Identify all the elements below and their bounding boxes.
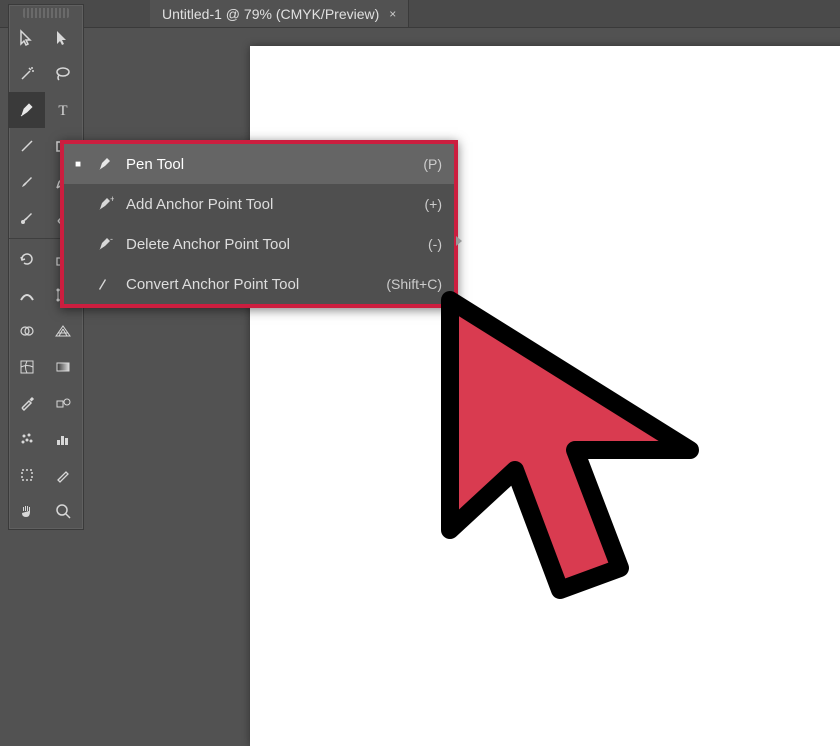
flyout-shortcut: (-)	[428, 236, 442, 252]
selection-tool[interactable]	[9, 20, 45, 56]
gradient-tool[interactable]	[45, 349, 81, 385]
svg-text:T: T	[58, 103, 67, 119]
flyout-add-anchor-tool[interactable]: + Add Anchor Point Tool (+)	[64, 184, 454, 224]
line-segment-tool[interactable]	[9, 128, 45, 164]
direct-selection-tool[interactable]	[45, 20, 81, 56]
svg-text:+: +	[110, 195, 114, 204]
symbol-sprayer-tool[interactable]	[9, 421, 45, 457]
pen-tool[interactable]	[9, 92, 45, 128]
perspective-grid-tool[interactable]	[45, 313, 81, 349]
eyedropper-tool[interactable]	[9, 385, 45, 421]
flyout-pen-tool[interactable]: ■ Pen Tool (P)	[64, 144, 454, 184]
pen-plus-icon: +	[94, 195, 116, 213]
flyout-label: Convert Anchor Point Tool	[126, 276, 376, 293]
rotate-tool[interactable]	[9, 241, 45, 277]
shape-builder-tool[interactable]	[9, 313, 45, 349]
flyout-label: Pen Tool	[126, 156, 413, 173]
convert-anchor-icon	[94, 275, 116, 293]
lasso-tool[interactable]	[45, 56, 81, 92]
pen-minus-icon: -	[94, 235, 116, 253]
selected-marker-icon: ■	[72, 159, 84, 170]
paintbrush-tool[interactable]	[9, 164, 45, 200]
magic-wand-tool[interactable]	[9, 56, 45, 92]
document-tab[interactable]: Untitled-1 @ 79% (CMYK/Preview) ×	[150, 0, 409, 27]
flyout-tearoff-arrow-icon[interactable]	[456, 236, 462, 246]
flyout-convert-anchor-tool[interactable]: Convert Anchor Point Tool (Shift+C)	[64, 264, 454, 304]
column-graph-tool[interactable]	[45, 421, 81, 457]
slice-tool[interactable]	[45, 457, 81, 493]
flyout-label: Delete Anchor Point Tool	[126, 236, 418, 253]
blend-tool[interactable]	[45, 385, 81, 421]
zoom-tool[interactable]	[45, 493, 81, 529]
flyout-shortcut: (+)	[425, 196, 443, 212]
hand-tool[interactable]	[9, 493, 45, 529]
width-tool[interactable]	[9, 277, 45, 313]
pen-tool-flyout: ■ Pen Tool (P) + Add Anchor Point Tool (…	[60, 140, 458, 308]
large-cursor-graphic	[430, 290, 770, 610]
flyout-shortcut: (P)	[423, 156, 442, 172]
artboard-tool[interactable]	[9, 457, 45, 493]
pen-icon	[94, 155, 116, 173]
toolbox-grip[interactable]	[23, 8, 69, 18]
svg-text:-: -	[110, 235, 113, 244]
flyout-label: Add Anchor Point Tool	[126, 196, 415, 213]
blob-brush-tool[interactable]	[9, 200, 45, 236]
type-tool[interactable]: T	[45, 92, 81, 128]
tab-title: Untitled-1 @ 79% (CMYK/Preview)	[162, 6, 379, 22]
mesh-tool[interactable]	[9, 349, 45, 385]
tab-close-icon[interactable]: ×	[389, 7, 396, 21]
flyout-delete-anchor-tool[interactable]: - Delete Anchor Point Tool (-)	[64, 224, 454, 264]
tab-bar: Untitled-1 @ 79% (CMYK/Preview) ×	[0, 0, 840, 28]
